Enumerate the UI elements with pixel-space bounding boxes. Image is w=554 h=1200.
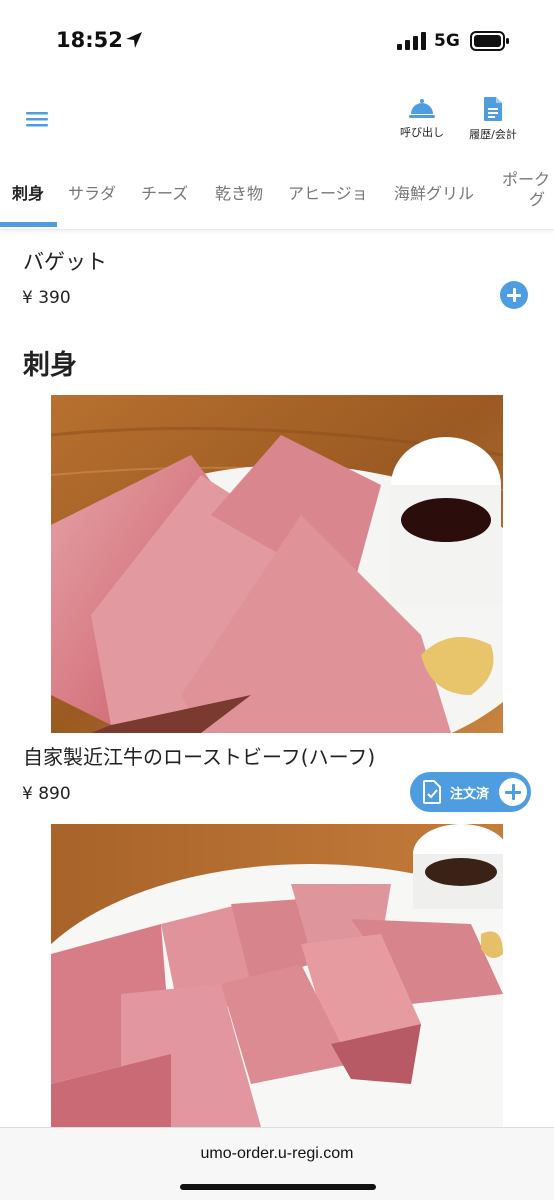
- location-arrow-icon: [126, 32, 142, 48]
- history-checkout-button[interactable]: 履歴/会計: [458, 96, 528, 146]
- cloche-bell-icon: [409, 99, 435, 118]
- status-bar: 18:52 5G: [0, 0, 554, 84]
- item-price-roast-beef: ¥ 890: [22, 784, 71, 804]
- browser-url-bar[interactable]: umo-order.u-regi.com: [0, 1127, 554, 1200]
- tab-seafood-grill[interactable]: 海鮮グリル: [394, 160, 474, 229]
- tab-sashimi[interactable]: 刺身: [12, 160, 44, 229]
- item-name-roast-beef: 自家製近江牛のローストビーフ(ハーフ): [23, 745, 376, 769]
- ordered-add-button[interactable]: 注文済: [410, 772, 531, 812]
- section-title: 刺身: [23, 350, 77, 381]
- document-icon: [484, 97, 502, 121]
- browser-url[interactable]: umo-order.u-regi.com: [0, 1145, 554, 1163]
- item-price-baguette: ¥ 390: [22, 288, 71, 308]
- network-type: 5G: [434, 31, 460, 51]
- ordered-label: 注文済: [450, 787, 490, 802]
- history-label: 履歴/会計: [469, 128, 517, 141]
- call-label: 呼び出し: [400, 126, 444, 139]
- item-name-baguette: バゲット: [23, 250, 107, 274]
- tab-dried-snacks[interactable]: 乾き物: [215, 160, 263, 229]
- plus-circle-icon: [499, 778, 527, 806]
- hamburger-icon[interactable]: [20, 104, 54, 134]
- tab-cheese[interactable]: チーズ: [141, 160, 188, 229]
- battery-icon: [470, 31, 509, 51]
- call-staff-button[interactable]: 呼び出し: [387, 96, 457, 146]
- tab-salad[interactable]: サラダ: [68, 160, 116, 229]
- active-tab-indicator: [0, 222, 57, 227]
- add-baguette-button[interactable]: [500, 281, 528, 309]
- status-time: 18:52: [56, 28, 123, 52]
- cellular-signal-icon: [397, 32, 426, 50]
- roast-beef-platter-image: [51, 824, 503, 1127]
- category-tabs: 刺身 サラダ チーズ 乾き物 アヒージョ 海鮮グリル ポーク グ: [0, 160, 554, 230]
- home-indicator: [180, 1184, 376, 1190]
- roast-beef-platter-photo[interactable]: [51, 824, 503, 1127]
- roast-beef-image: [51, 395, 503, 733]
- roast-beef-photo[interactable]: [51, 395, 503, 733]
- tab-pork[interactable]: ポーク グ: [502, 170, 550, 229]
- app-header: 呼び出し 履歴/会計: [0, 84, 554, 154]
- checked-document-icon: [423, 780, 441, 804]
- tab-ajillo[interactable]: アヒージョ: [288, 160, 368, 229]
